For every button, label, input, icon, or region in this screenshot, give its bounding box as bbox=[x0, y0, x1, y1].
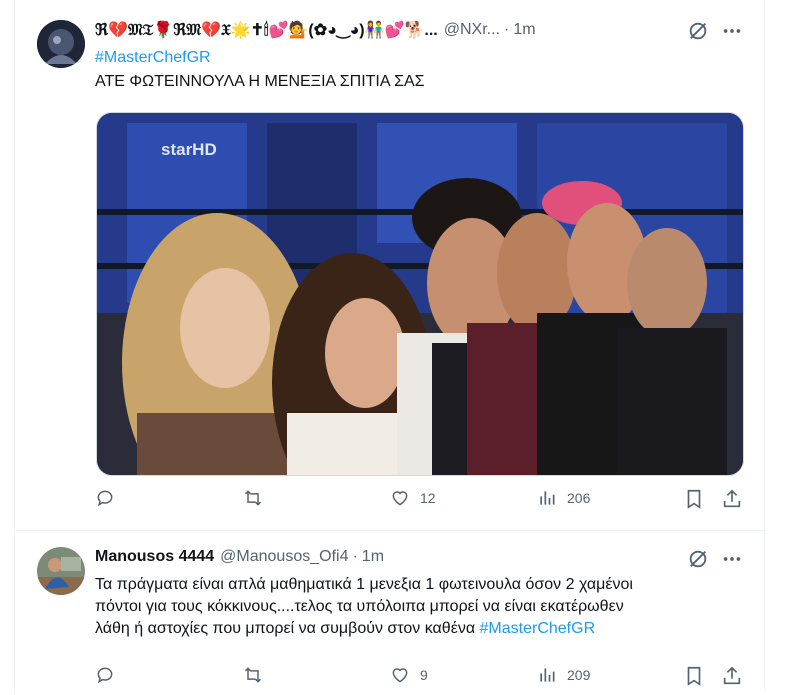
retweet-button[interactable] bbox=[243, 488, 273, 508]
views-button[interactable]: 206 bbox=[537, 488, 590, 508]
views-count: 209 bbox=[567, 667, 591, 683]
tweet[interactable]: Manousos 4444 @Manousos_Ofi4 · 1m Τα πρά… bbox=[15, 531, 764, 692]
like-button[interactable]: 9 bbox=[390, 665, 428, 685]
more-icon[interactable] bbox=[721, 548, 743, 570]
views-button[interactable]: 209 bbox=[537, 665, 590, 685]
share-icon[interactable] bbox=[721, 488, 743, 510]
grok-icon[interactable] bbox=[687, 20, 709, 42]
like-count: 9 bbox=[420, 667, 428, 683]
handle[interactable]: @NXr... bbox=[444, 21, 500, 39]
timestamp[interactable]: 1m bbox=[362, 548, 384, 566]
like-count: 12 bbox=[420, 490, 436, 506]
media-watermark: starHD bbox=[161, 140, 217, 159]
retweet-icon bbox=[244, 490, 262, 506]
tweet-text-line: λάθη ή αστοχίες που μπορεί να συμβούν στ… bbox=[95, 620, 480, 637]
tweet-image[interactable]: starHD bbox=[96, 112, 744, 476]
avatar[interactable] bbox=[37, 547, 85, 595]
reply-button[interactable] bbox=[95, 665, 125, 685]
reply-icon bbox=[97, 490, 113, 507]
views-count: 206 bbox=[567, 490, 591, 506]
handle[interactable]: @Manousos_Ofi4 bbox=[220, 548, 348, 566]
timestamp[interactable]: 1m bbox=[513, 21, 535, 39]
views-icon bbox=[540, 668, 555, 682]
display-name[interactable]: ℜ💔𝔐𝔗🌹ℜ𝔐💔𝔛🌟✝🕯💕💁(✿◕‿◕)👫💕🐕... bbox=[95, 20, 438, 40]
grok-icon[interactable] bbox=[687, 548, 709, 570]
bookmark-icon[interactable] bbox=[683, 488, 705, 510]
tweet-text-line: Τα πράγματα είναι απλά μαθηματικά 1 μενε… bbox=[95, 576, 633, 593]
reply-icon bbox=[97, 667, 113, 684]
heart-icon bbox=[392, 668, 408, 683]
tweet-text: ΑΤΕ ΦΩΤΕΙΝΝΟΥΛΑ Η ΜΕΝΕΞΙΑ ΣΠΙΤΙΑ ΣΑΣ bbox=[95, 73, 425, 90]
timeline: ℜ💔𝔐𝔗🌹ℜ𝔐💔𝔛🌟✝🕯💕💁(✿◕‿◕)👫💕🐕... @NXr... · 1m … bbox=[14, 0, 765, 692]
action-bar: 9 209 bbox=[95, 665, 755, 695]
retweet-icon bbox=[244, 667, 262, 683]
share-icon[interactable] bbox=[721, 665, 743, 687]
hashtag-link[interactable]: #MasterChefGR bbox=[480, 620, 596, 637]
more-icon[interactable] bbox=[721, 20, 743, 42]
tweet-text-line: πόντοι για τους κόκκινους....τελος τα υπ… bbox=[95, 598, 624, 615]
heart-icon bbox=[392, 491, 408, 506]
views-icon bbox=[540, 491, 555, 505]
action-bar: 12 206 bbox=[95, 488, 755, 518]
retweet-button[interactable] bbox=[243, 665, 273, 685]
like-button[interactable]: 12 bbox=[390, 488, 436, 508]
tweet[interactable]: ℜ💔𝔐𝔗🌹ℜ𝔐💔𝔛🌟✝🕯💕💁(✿◕‿◕)👫💕🐕... @NXr... · 1m … bbox=[15, 0, 764, 531]
separator: · bbox=[352, 548, 358, 565]
display-name[interactable]: Manousos 4444 bbox=[95, 548, 214, 566]
separator: · bbox=[504, 21, 510, 38]
avatar[interactable] bbox=[37, 20, 85, 68]
bookmark-icon[interactable] bbox=[683, 665, 705, 687]
hashtag-link[interactable]: #MasterChefGR bbox=[95, 47, 425, 69]
reply-button[interactable] bbox=[95, 488, 125, 508]
